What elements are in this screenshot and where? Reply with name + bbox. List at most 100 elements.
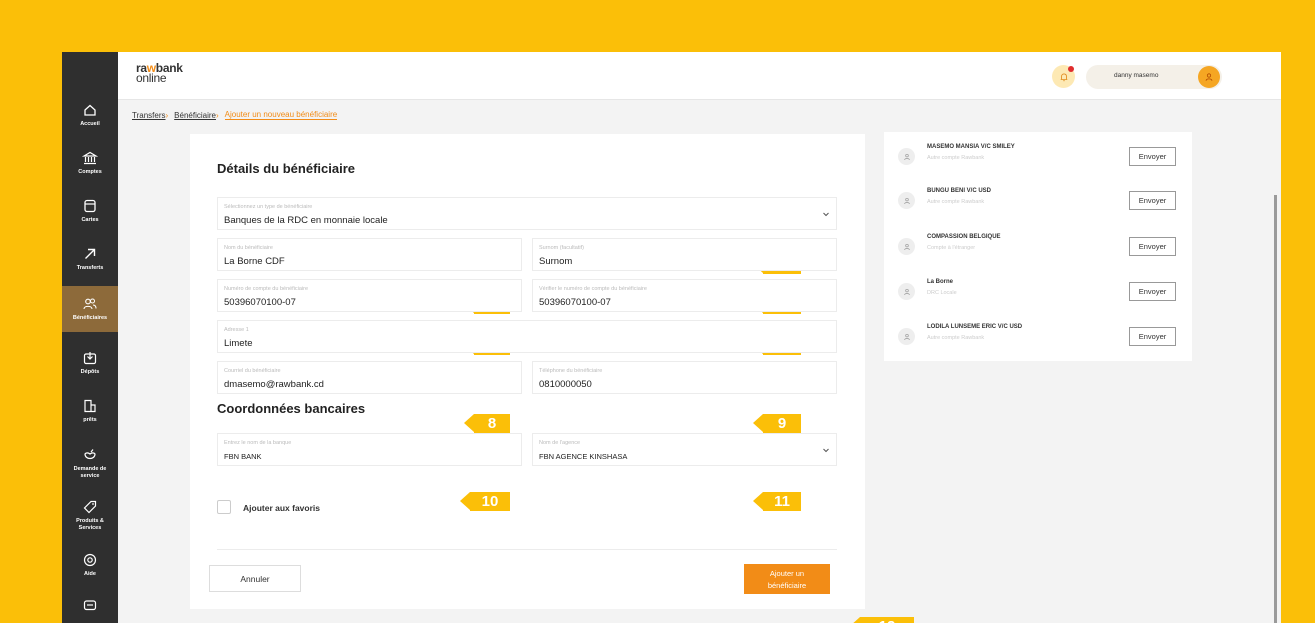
sidebar-item-comptes[interactable]: Comptes: [62, 140, 118, 186]
favorite-item[interactable]: MASEMO MANSIA V/C SMILEY Autre compte Ra…: [884, 134, 1192, 179]
favorite-type: DRC Locale: [927, 290, 957, 296]
user-icon: [903, 288, 910, 295]
favorite-item[interactable]: COMPASSION BELGIQUE Compte à l'étranger …: [884, 224, 1192, 269]
sidebar-item-label: Cartes: [81, 217, 99, 224]
favorites-panel: MASEMO MANSIA V/C SMILEY Autre compte Ra…: [884, 132, 1192, 361]
sidebar-item-cartes[interactable]: Cartes: [62, 188, 118, 234]
user-menu[interactable]: danny masemo: [1086, 65, 1222, 89]
home-icon: [84, 104, 96, 116]
sidebar-item-label: Transferts: [76, 265, 104, 272]
card-icon: [84, 200, 96, 213]
form-title: Détails du bénéficiaire: [217, 161, 355, 176]
bell-icon: [1060, 72, 1067, 81]
users-icon: [83, 298, 97, 310]
sidebar-item-chat[interactable]: [62, 584, 118, 623]
rawbank-logo[interactable]: rawbank online: [136, 62, 183, 84]
favorite-name: La Borne: [927, 279, 954, 285]
sidebar-item-transferts[interactable]: Transferts: [62, 236, 118, 282]
field-label: Nom de l'agence: [539, 440, 581, 446]
avatar: [898, 238, 915, 255]
field-value: FBN AGENCE KINSHASA: [539, 452, 628, 461]
favorite-type: Autre compte Rawbank: [927, 335, 985, 341]
loan-icon: [84, 400, 96, 413]
field-value: FBN BANK: [224, 452, 262, 461]
send-button[interactable]: Envoyer: [1129, 327, 1176, 346]
notifications-button[interactable]: [1052, 65, 1075, 88]
user-icon: [1205, 73, 1213, 81]
favorite-name: LODILA LUNSEME ERIC V/C USD: [927, 324, 1023, 330]
sidebar: Accueil Comptes Cartes Transferts Bénéfi…: [62, 52, 118, 623]
favorite-item[interactable]: La Borne DRC Locale Envoyer: [884, 269, 1192, 314]
breadcrumb-beneficiaire[interactable]: Bénéficiaire: [174, 111, 216, 120]
favorite-type: Autre compte Rawbank: [927, 155, 985, 161]
avatar: [898, 148, 915, 165]
step-marker: 9: [753, 414, 801, 433]
app-window: Accueil Comptes Cartes Transferts Bénéfi…: [62, 52, 1281, 623]
add-to-favorites-label: Ajouter aux favoris: [243, 503, 320, 513]
button-label-line2: bénéficiaire: [767, 580, 807, 590]
section-title: Coordonnées bancaires: [217, 401, 366, 416]
beneficiary-type-select[interactable]: Sélectionnez un type de bénéficiaire Ban…: [217, 197, 837, 230]
user-icon: [903, 153, 910, 160]
field-label: Surnom (facultatif): [539, 245, 584, 251]
button-label-line1: Ajouter un: [769, 569, 805, 579]
breadcrumb: Transfers › Bénéficiaire › Ajouter un no…: [132, 110, 343, 120]
scrollbar[interactable]: [1274, 195, 1277, 623]
field-value: Surnom: [539, 256, 573, 267]
beneficiary-name-field[interactable]: Nom du bénéficiaire La Borne CDF: [217, 238, 522, 271]
breadcrumb-transfers[interactable]: Transfers: [132, 111, 166, 120]
add-to-favorites-checkbox[interactable]: [217, 500, 231, 514]
account-number-field[interactable]: Numéro de compte du bénéficiaire 5039607…: [217, 279, 522, 312]
sidebar-item-accueil[interactable]: Accueil: [62, 92, 118, 138]
avatar: [898, 283, 915, 300]
sidebar-item-demande-de-service[interactable]: Demande de service: [62, 440, 118, 486]
surname-field[interactable]: Surnom (facultatif) Surnom: [532, 238, 837, 271]
sidebar-item-label: Produits & Services: [76, 517, 104, 531]
favorite-name: COMPASSION BELGIQUE: [927, 234, 1001, 240]
tag-icon: [83, 500, 97, 514]
favorite-type: Compte à l'étranger: [927, 245, 976, 251]
favorite-item[interactable]: LODILA LUNSEME ERIC V/C USD Autre compte…: [884, 314, 1192, 359]
favorite-type: Autre compte Rawbank: [927, 199, 985, 205]
send-button[interactable]: Envoyer: [1129, 237, 1176, 256]
chevron-down-icon[interactable]: [822, 210, 830, 218]
favorite-item[interactable]: BUNGU BENI V/C USD Autre compte Rawbank …: [884, 178, 1192, 223]
favorite-name: BUNGU BENI V/C USD: [927, 188, 992, 194]
notification-dot: [1068, 66, 1074, 72]
field-label: Sélectionnez un type de bénéficiaire: [224, 204, 313, 210]
email-field[interactable]: Courriel du bénéficiaire dmasemo@rawbank…: [217, 361, 522, 394]
address-field[interactable]: Adresse 1 Limete: [217, 320, 837, 353]
send-button[interactable]: Envoyer: [1129, 282, 1176, 301]
divider: [217, 549, 837, 550]
chevron-down-icon[interactable]: [822, 446, 830, 454]
send-button[interactable]: Envoyer: [1129, 147, 1176, 166]
chat-icon: [83, 599, 97, 610]
phone-field[interactable]: Téléphone du bénéficiaire 0810000050: [532, 361, 837, 394]
step-marker: 10: [460, 492, 510, 511]
field-value: Banques de la RDC en monnaie locale: [224, 215, 388, 226]
add-beneficiary-button[interactable]: Ajouter un bénéficiaire: [744, 564, 830, 594]
account-number-confirm-field[interactable]: Vérifier le numéro de compte du bénéfici…: [532, 279, 837, 312]
sidebar-item-beneficiaires[interactable]: Bénéficiaires: [62, 286, 118, 332]
agency-select[interactable]: Nom de l'agence FBN AGENCE KINSHASA: [532, 433, 837, 466]
step-marker: 12: [850, 617, 914, 623]
cancel-button[interactable]: Annuler: [209, 565, 301, 592]
send-button[interactable]: Envoyer: [1129, 191, 1176, 210]
sidebar-item-depots[interactable]: Dépôts: [62, 340, 118, 386]
top-bar: rawbank online danny masemo: [118, 52, 1281, 100]
sidebar-item-label: Accueil: [80, 121, 100, 128]
arrow-up-right-icon: [85, 249, 96, 260]
chevron-right-icon: ›: [215, 110, 219, 120]
chevron-right-icon: ›: [165, 110, 169, 120]
deposit-icon: [83, 352, 97, 365]
sidebar-item-produits-services[interactable]: Produits & Services: [62, 492, 118, 538]
bank-name-field[interactable]: Entrez le nom de la banque FBN BANK: [217, 433, 522, 466]
field-label: Courriel du bénéficiaire: [224, 368, 281, 374]
field-value: 50396070100-07: [224, 297, 296, 308]
sidebar-item-aide[interactable]: Aide: [62, 542, 118, 588]
field-value: 0810000050: [539, 379, 592, 390]
service-icon: [84, 449, 96, 459]
sidebar-item-label: Comptes: [78, 169, 102, 176]
avatar: [898, 328, 915, 345]
sidebar-item-prets[interactable]: prêts: [62, 388, 118, 434]
